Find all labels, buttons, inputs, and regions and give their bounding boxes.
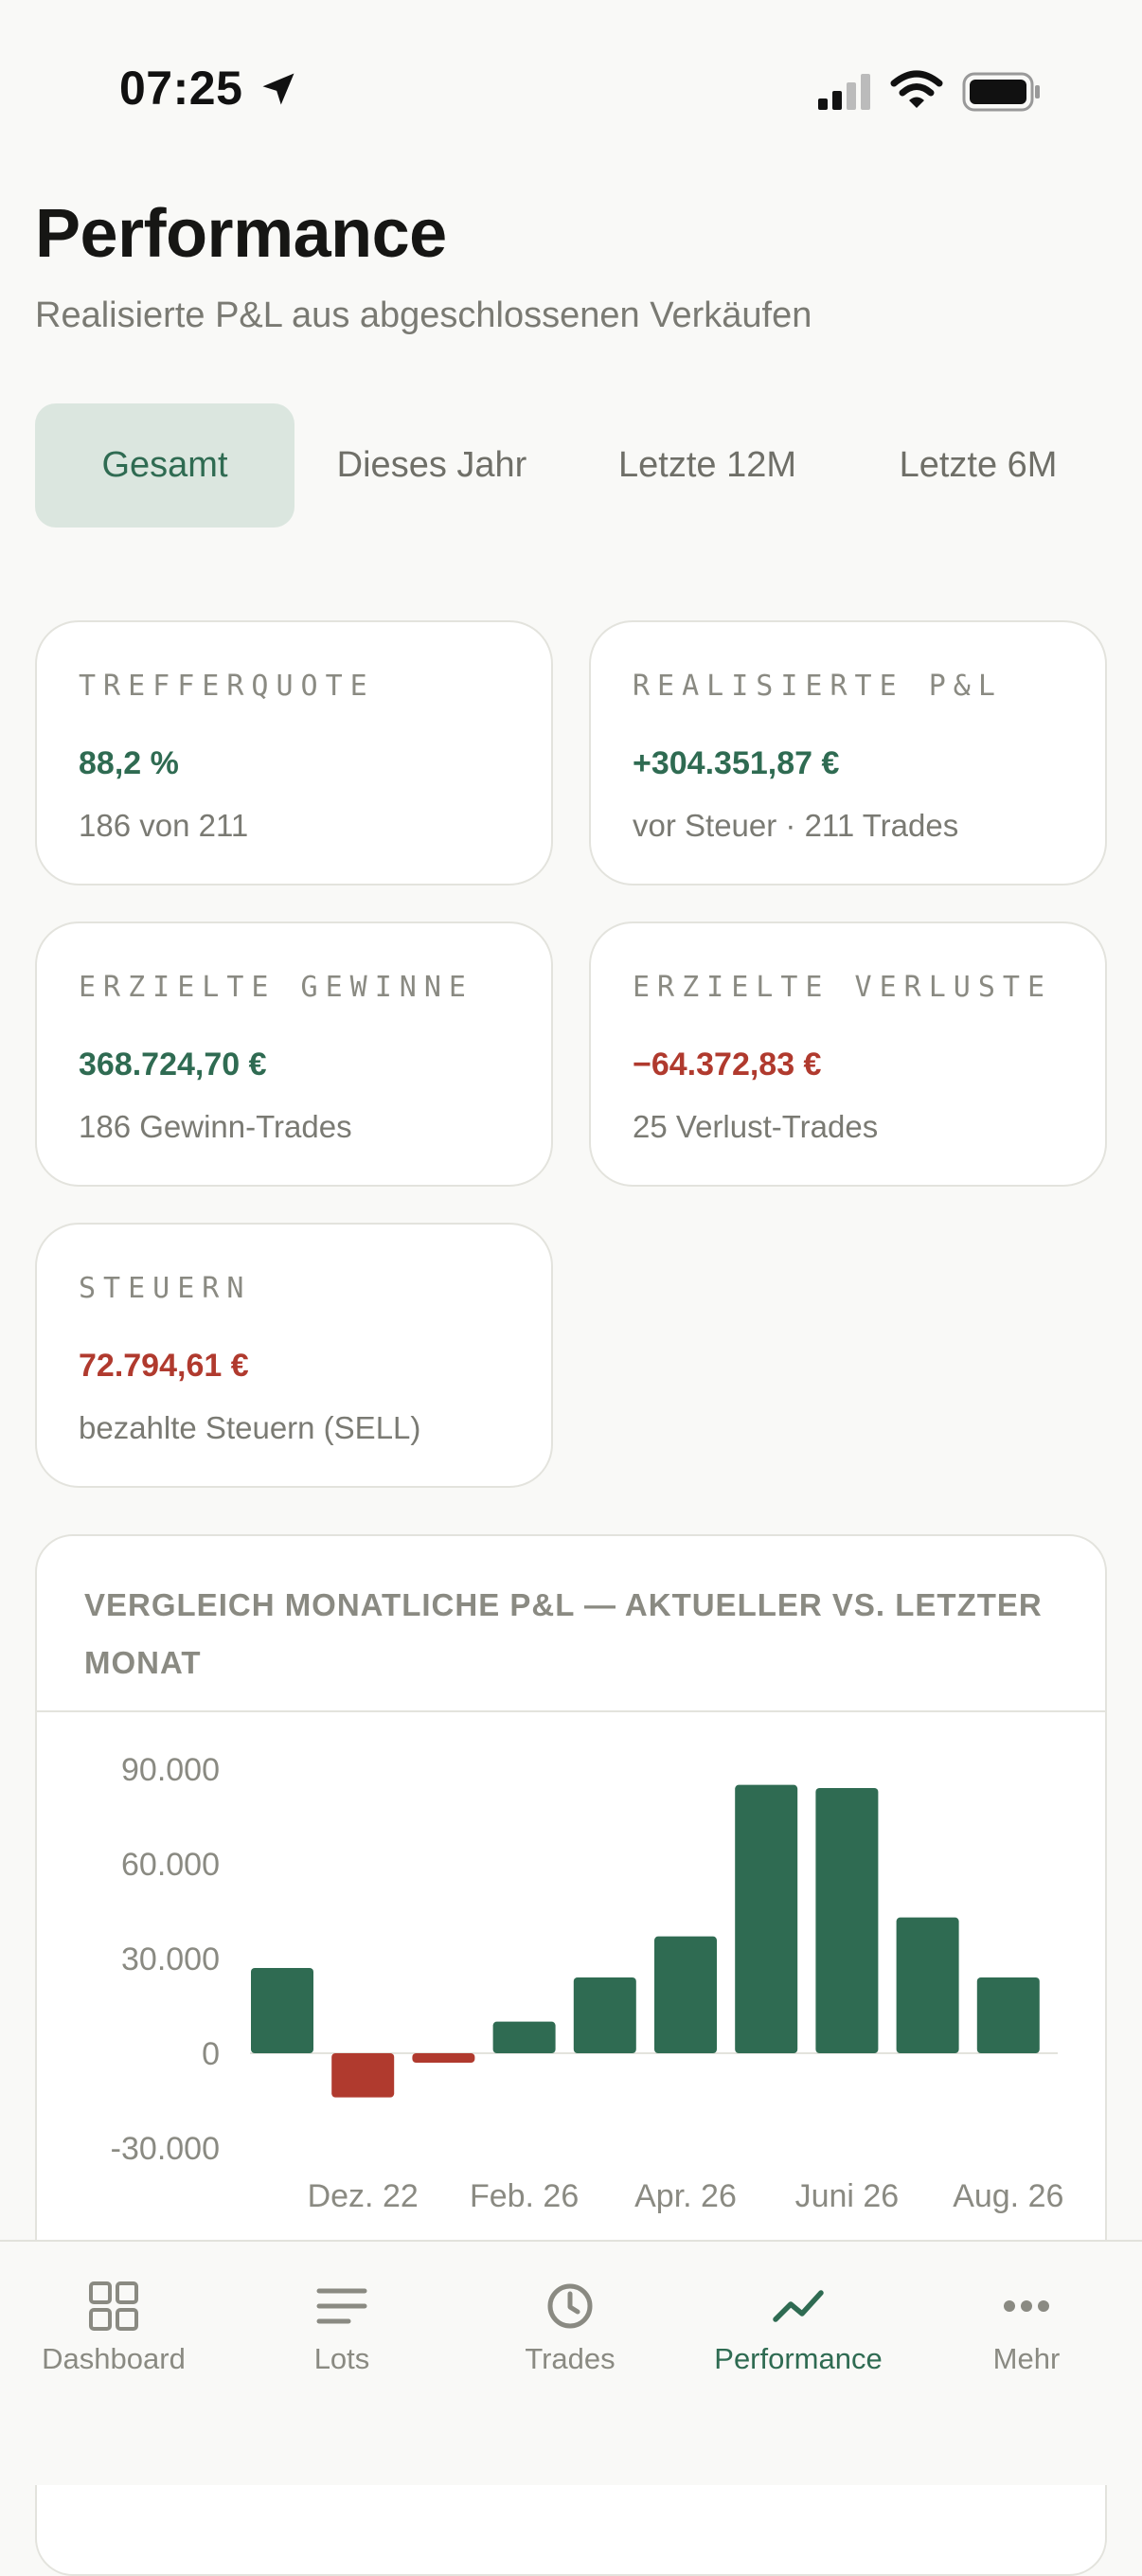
battery-icon xyxy=(962,72,1040,112)
card-subtext: bezahlte Steuern (SELL) xyxy=(79,1410,421,1445)
card-hit-rate: TREFFERQUOTE 88,2 % 186 von 211 xyxy=(35,620,553,886)
y-tick-label: 90.000 xyxy=(121,1752,220,1788)
card-subtext: 186 von 211 xyxy=(79,808,249,843)
tab-dieses-jahr[interactable]: Dieses Jahr xyxy=(310,403,554,528)
nav-performance[interactable]: Performance xyxy=(685,2278,912,2376)
chart-bar xyxy=(331,2053,395,2098)
tab-letzte-12m[interactable]: Letzte 12M xyxy=(580,403,834,528)
chart-bar xyxy=(976,1977,1040,2053)
grid-icon xyxy=(89,2281,138,2331)
page-title: Performance xyxy=(35,196,447,272)
chart-bar xyxy=(815,1788,879,2053)
card-subtext: vor Steuer · 211 Trades xyxy=(633,808,959,843)
card-value: 368.724,70 € xyxy=(79,1046,267,1082)
x-tick-label: Aug. 26 xyxy=(953,2178,1063,2214)
bottom-nav: Dashboard Lots Trades Performance Mehr xyxy=(0,2240,1142,2485)
card-value: +304.351,87 € xyxy=(633,745,840,781)
period-tabs: Gesamt Dieses Jahr Letzte 12M Letzte 6M xyxy=(35,403,1115,528)
nav-label: Lots xyxy=(313,2342,370,2375)
card-value: 72.794,61 € xyxy=(79,1348,249,1384)
nav-label: Mehr xyxy=(992,2342,1061,2375)
card-label: STEUERN xyxy=(79,1272,252,1305)
page-subtitle: Realisierte P&L aus abgeschlossenen Verk… xyxy=(35,295,812,335)
nav-dashboard[interactable]: Dashboard xyxy=(0,2278,227,2376)
card-subtext: 186 Gewinn-Trades xyxy=(79,1109,352,1144)
nav-trades[interactable]: Trades xyxy=(456,2278,684,2376)
chart-bar xyxy=(251,1968,313,2053)
chart-bar xyxy=(412,2053,475,2063)
list-icon xyxy=(316,2288,367,2324)
wifi-icon xyxy=(890,70,943,108)
card-losses: ERZIELTE VERLUSTE −64.372,83 € 25 Verlus… xyxy=(589,921,1107,1187)
status-time: 07:25 xyxy=(119,62,243,115)
trend-icon xyxy=(773,2290,824,2322)
card-subtext: 25 Verlust-Trades xyxy=(633,1109,879,1144)
chart-bar xyxy=(896,1917,959,2053)
chart-bar xyxy=(573,1977,636,2053)
signal-icon xyxy=(818,74,870,110)
more-icon xyxy=(1004,2300,1049,2312)
y-tick-label: 60.000 xyxy=(121,1847,220,1883)
card-label: REALISIERTE P&L xyxy=(633,670,1003,703)
card-label: ERZIELTE VERLUSTE xyxy=(633,971,1053,1004)
nav-label: Dashboard xyxy=(42,2342,186,2375)
x-tick-label: Juni 26 xyxy=(795,2178,900,2214)
nav-label: Trades xyxy=(525,2342,616,2375)
card-value: −64.372,83 € xyxy=(633,1046,822,1082)
y-tick-label: -30.000 xyxy=(111,2131,220,2167)
card-realized-pl: REALISIERTE P&L +304.351,87 € vor Steuer… xyxy=(589,620,1107,886)
chart-bar xyxy=(654,1936,717,2053)
location-arrow-icon xyxy=(262,73,294,105)
x-tick-label: Apr. 26 xyxy=(634,2178,737,2214)
card-taxes: STEUERN 72.794,61 € bezahlte Steuern (SE… xyxy=(35,1223,553,1488)
card-label: TREFFERQUOTE xyxy=(79,670,375,703)
clock-icon xyxy=(547,2283,593,2329)
nav-label: Performance xyxy=(714,2342,883,2375)
card-value: 88,2 % xyxy=(79,745,179,781)
card-label: ERZIELTE GEWINNE xyxy=(79,971,473,1004)
x-tick-label: Feb. 26 xyxy=(470,2178,579,2214)
chart-bar xyxy=(735,1784,798,2053)
chart-bar xyxy=(492,2021,556,2053)
status-bar: 07:25 xyxy=(0,0,1142,180)
y-tick-label: 0 xyxy=(202,2036,220,2072)
y-tick-label: 30.000 xyxy=(121,1941,220,1977)
nav-mehr[interactable]: Mehr xyxy=(913,2278,1140,2376)
tab-letzte-6m[interactable]: Letzte 6M xyxy=(851,403,1105,528)
x-tick-label: Dez. 22 xyxy=(308,2178,419,2214)
tab-gesamt[interactable]: Gesamt xyxy=(35,403,294,528)
nav-lots[interactable]: Lots xyxy=(228,2278,455,2376)
card-gains: ERZIELTE GEWINNE 368.724,70 € 186 Gewinn… xyxy=(35,921,553,1187)
